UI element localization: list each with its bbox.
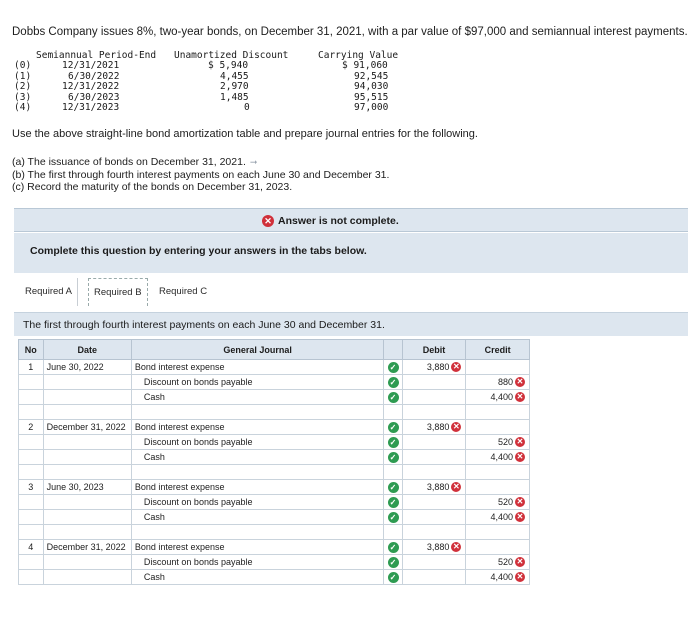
debit-field[interactable] (401, 494, 467, 510)
incorrect-icon: ✕ (451, 482, 462, 493)
incorrect-icon: ✕ (515, 437, 525, 448)
debit-field[interactable]: 3,880 ✕ (401, 419, 467, 435)
credit-field[interactable]: 4,400 ✕ (465, 389, 530, 405)
check-icon: ✓ (387, 361, 399, 373)
check-icon: ✓ (387, 391, 399, 403)
debit-field[interactable]: 3,880 ✕ (401, 359, 467, 375)
tab-required-a[interactable]: Required A (20, 278, 79, 306)
incorrect-icon: ✕ (451, 422, 462, 433)
incorrect-icon: ✕ (451, 362, 462, 373)
incorrect-icon: ✕ (515, 557, 525, 568)
check-icon: ✓ (387, 556, 399, 568)
debit-field[interactable] (401, 389, 467, 405)
journal-row: 3 June 30, 2023 Bond interest expense ✓ … (18, 479, 530, 495)
journal-row: Discount on bonds payable ✓ 880 ✕ (18, 374, 530, 390)
journal-entry-table: No Date General Journal Debit Credit 1 J… (18, 339, 530, 585)
check-icon: ✓ (387, 541, 399, 553)
account-field[interactable]: Bond interest expense (130, 359, 385, 375)
incorrect-icon: ✕ (451, 542, 462, 553)
check-icon: ✓ (387, 421, 399, 433)
instruction-panel: Complete this question by entering your … (14, 233, 688, 273)
account-field[interactable]: Discount on bonds payable (130, 374, 385, 390)
debit-field[interactable] (401, 554, 467, 570)
date-field[interactable]: December 31, 2022 (42, 419, 132, 435)
journal-row: 4 December 31, 2022 Bond interest expens… (18, 539, 530, 555)
account-field[interactable]: Cash (130, 449, 385, 465)
credit-field[interactable]: 4,400 ✕ (465, 509, 530, 525)
amort-row: (4) 12/31/2023 0 97,000 (14, 102, 389, 113)
journal-row: Discount on bonds payable ✓ 520 ✕ (18, 554, 530, 570)
journal-row: 1 June 30, 2022 Bond interest expense ✓ … (18, 359, 530, 375)
journal-row: Discount on bonds payable ✓ 520 ✕ (18, 434, 530, 450)
credit-field[interactable]: 4,400 ✕ (465, 569, 530, 585)
account-field[interactable]: Cash (130, 509, 385, 525)
debit-field[interactable]: 3,880 ✕ (401, 479, 467, 495)
journal-row: Cash ✓ 4,400 ✕ (18, 569, 530, 585)
check-icon: ✓ (387, 376, 399, 388)
tab-required-c[interactable]: Required C (154, 278, 212, 306)
debit-field[interactable] (401, 569, 467, 585)
check-icon: ✓ (387, 511, 399, 523)
col-no: No (18, 339, 44, 360)
check-icon: ✓ (387, 451, 399, 463)
credit-field[interactable]: 880 ✕ (465, 374, 530, 390)
answer-status-banner: ✕ Answer is not complete. (14, 208, 688, 232)
incorrect-icon: ✕ (515, 377, 525, 388)
account-field[interactable]: Cash (130, 389, 385, 405)
credit-field[interactable] (465, 359, 530, 375)
journal-row: Cash ✓ 4,400 ✕ (18, 389, 530, 405)
check-icon: ✓ (387, 496, 399, 508)
amortization-table: Semiannual Period-End Unamortized Discou… (14, 50, 414, 117)
problem-statement: Dobbs Company issues 8%, two-year bonds,… (12, 26, 688, 38)
cursor-arrow-icon: ➞ (249, 157, 258, 167)
instructions: Use the above straight-line bond amortiz… (12, 128, 478, 140)
debit-field[interactable] (401, 434, 467, 450)
account-field[interactable]: Discount on bonds payable (130, 554, 385, 570)
date-field[interactable]: December 31, 2022 (42, 539, 132, 555)
credit-field[interactable] (465, 539, 530, 555)
incorrect-icon: ✕ (515, 452, 525, 463)
error-icon: ✕ (262, 215, 274, 227)
col-debit: Debit (401, 339, 467, 360)
credit-field[interactable]: 4,400 ✕ (465, 449, 530, 465)
account-field[interactable]: Discount on bonds payable (130, 434, 385, 450)
debit-field[interactable]: 3,880 ✕ (401, 539, 467, 555)
debit-field[interactable] (401, 374, 467, 390)
part-a: (a) The issuance of bonds on December 31… (12, 156, 258, 168)
account-field[interactable]: Bond interest expense (130, 539, 385, 555)
credit-field[interactable] (465, 419, 530, 435)
journal-row: Cash ✓ 4,400 ✕ (18, 509, 530, 525)
incorrect-icon: ✕ (515, 497, 525, 508)
journal-row: Cash ✓ 4,400 ✕ (18, 449, 530, 465)
account-field[interactable]: Bond interest expense (130, 419, 385, 435)
tab-required-b[interactable]: Required B (88, 278, 148, 306)
account-field[interactable]: Discount on bonds payable (130, 494, 385, 510)
incorrect-icon: ✕ (515, 512, 525, 523)
credit-field[interactable] (465, 479, 530, 495)
date-field[interactable]: June 30, 2023 (42, 479, 132, 495)
part-b: (b) The first through fourth interest pa… (12, 169, 390, 181)
col-date: Date (42, 339, 132, 360)
col-credit: Credit (465, 339, 530, 360)
journal-row: 2 December 31, 2022 Bond interest expens… (18, 419, 530, 435)
check-icon: ✓ (387, 571, 399, 583)
journal-row: Discount on bonds payable ✓ 520 ✕ (18, 494, 530, 510)
account-field[interactable]: Cash (130, 569, 385, 585)
col-general-journal: General Journal (130, 339, 385, 360)
credit-field[interactable]: 520 ✕ (465, 494, 530, 510)
check-icon: ✓ (387, 481, 399, 493)
account-field[interactable]: Bond interest expense (130, 479, 385, 495)
part-c: (c) Record the maturity of the bonds on … (12, 181, 293, 193)
debit-field[interactable] (401, 449, 467, 465)
credit-field[interactable]: 520 ✕ (465, 434, 530, 450)
debit-field[interactable] (401, 509, 467, 525)
incorrect-icon: ✕ (515, 572, 525, 583)
check-icon: ✓ (387, 436, 399, 448)
incorrect-icon: ✕ (515, 392, 525, 403)
date-field[interactable]: June 30, 2022 (42, 359, 132, 375)
tab-subheading: The first through fourth interest paymen… (14, 312, 688, 336)
credit-field[interactable]: 520 ✕ (465, 554, 530, 570)
